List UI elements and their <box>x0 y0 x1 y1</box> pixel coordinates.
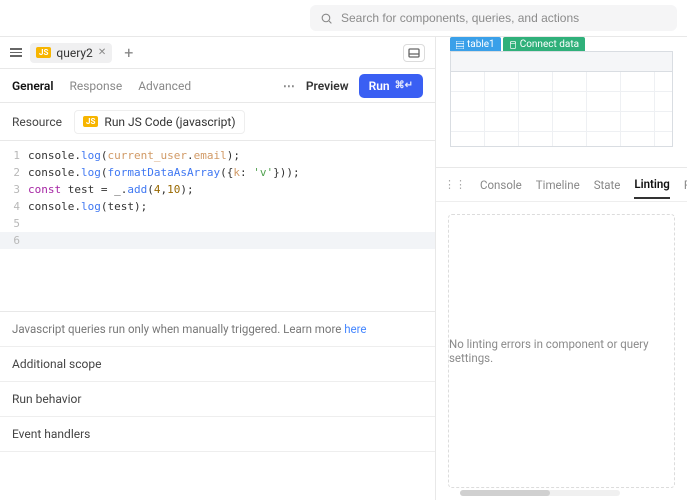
resource-value: Run JS Code (javascript) <box>104 115 235 129</box>
resource-selector[interactable]: JS Run JS Code (javascript) <box>74 110 244 134</box>
run-shortcut: ⌘↵ <box>395 80 413 91</box>
add-tab-button[interactable]: + <box>120 43 137 62</box>
close-tab-button[interactable]: ✕ <box>98 47 106 58</box>
tab-advanced[interactable]: Advanced <box>138 79 191 93</box>
devtab-linting[interactable]: Linting <box>634 177 669 199</box>
linting-empty-state: No linting errors in component or query … <box>448 214 675 488</box>
line-number: 4 <box>0 198 28 215</box>
tab-response[interactable]: Response <box>69 79 122 93</box>
resource-label: Resource <box>12 115 62 129</box>
line-number: 3 <box>0 181 28 198</box>
more-menu-button[interactable]: ⋯ <box>283 79 296 93</box>
info-message: Javascript queries run only when manuall… <box>0 312 435 347</box>
code-editor[interactable]: 1console.log(current_user.email); 2conso… <box>0 141 435 311</box>
search-input[interactable] <box>341 11 667 25</box>
query-tab[interactable]: JS query2 ✕ <box>30 43 112 63</box>
grip-icon: ⋮⋮ <box>444 178 466 191</box>
devtab-console[interactable]: Console <box>480 178 522 192</box>
tab-general[interactable]: General <box>12 79 53 93</box>
component-tag-label: table1 <box>467 39 495 50</box>
learn-more-link[interactable]: here <box>344 322 366 336</box>
query-tab-label: query2 <box>56 46 92 60</box>
devtab-state[interactable]: State <box>594 178 621 192</box>
connect-data-label: Connect data <box>520 39 579 50</box>
panel-menu-button[interactable] <box>10 48 22 57</box>
js-badge-icon: JS <box>36 47 51 58</box>
collapse-icon <box>408 48 420 58</box>
collapse-panel-button[interactable] <box>403 44 425 62</box>
table-component[interactable] <box>450 51 673 147</box>
table-header <box>451 52 672 72</box>
search-icon <box>320 12 333 25</box>
line-number: 1 <box>0 147 28 164</box>
component-tag-table1[interactable]: table1 <box>450 37 501 52</box>
global-search[interactable] <box>310 5 677 31</box>
run-button-label: Run <box>369 79 390 93</box>
section-additional-scope[interactable]: Additional scope <box>0 347 435 382</box>
section-run-behavior[interactable]: Run behavior <box>0 382 435 417</box>
line-number: 5 <box>0 215 28 232</box>
section-event-handlers[interactable]: Event handlers <box>0 417 435 452</box>
line-number: 2 <box>0 164 28 181</box>
devtab-timeline[interactable]: Timeline <box>536 178 580 192</box>
run-button[interactable]: Run ⌘↵ <box>359 74 423 98</box>
table-icon <box>456 41 464 49</box>
horizontal-scrollbar[interactable] <box>460 490 620 498</box>
line-number: 6 <box>0 232 28 249</box>
connect-data-button[interactable]: Connect data <box>503 37 585 52</box>
database-icon <box>509 41 517 49</box>
js-badge-icon: JS <box>83 116 98 127</box>
preview-button[interactable]: Preview <box>306 79 349 93</box>
